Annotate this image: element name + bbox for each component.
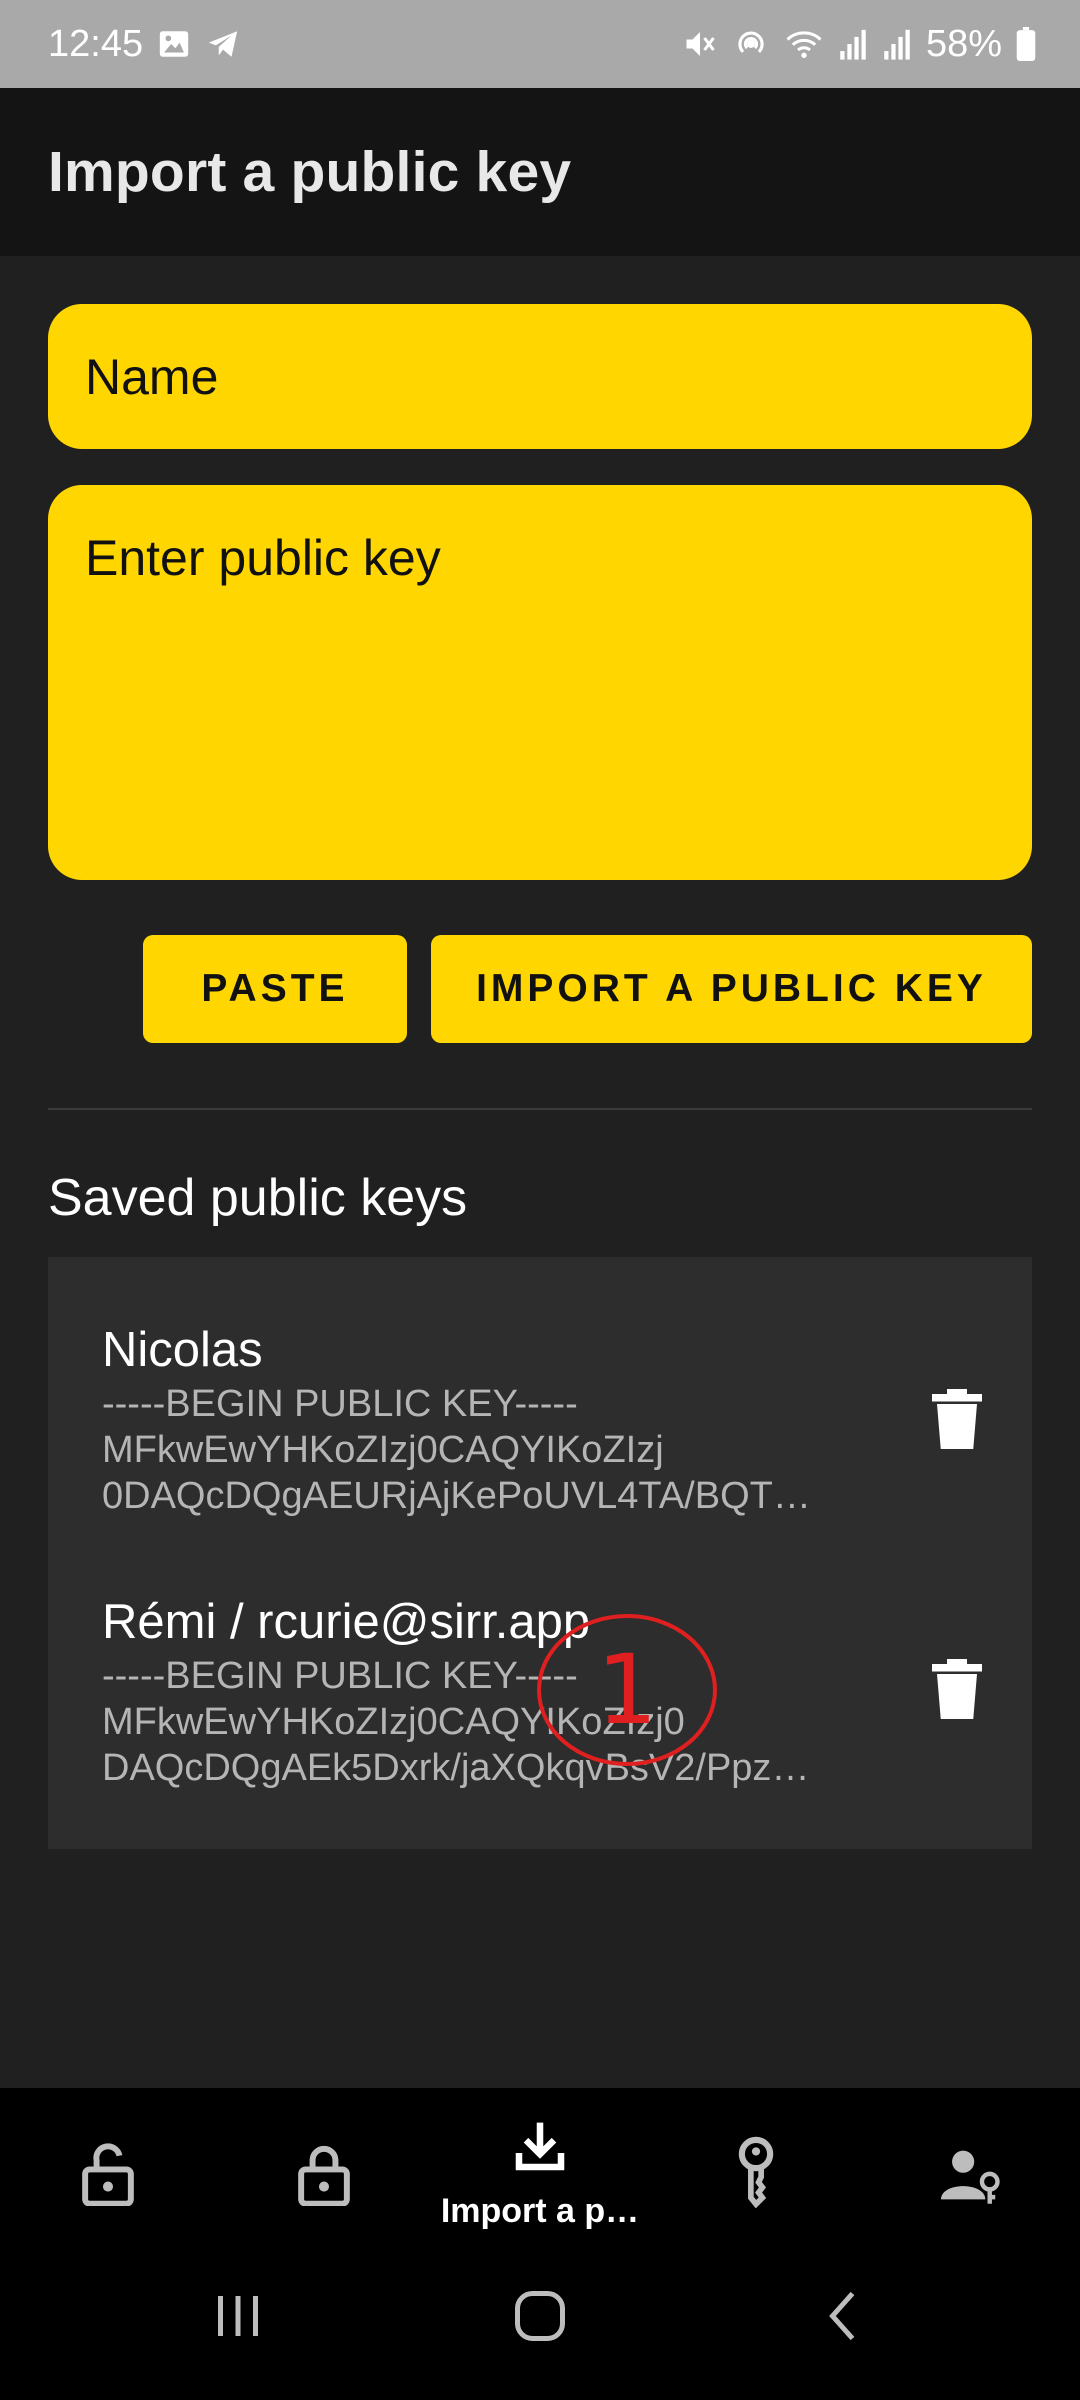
nav-item-import-public-key[interactable]: Import a p… xyxy=(432,2088,648,2258)
signal-icon xyxy=(882,27,912,61)
key-name: Nicolas xyxy=(102,1323,263,1377)
nav-item-encrypt[interactable] xyxy=(216,2088,432,2258)
status-right: 58% xyxy=(682,23,1036,66)
delete-icon[interactable] xyxy=(932,1389,982,1449)
public-key-placeholder: Enter public key xyxy=(85,530,441,586)
nav-item-keys[interactable] xyxy=(648,2088,864,2258)
status-left: 12:45 xyxy=(48,23,241,66)
key-text-line: MFkwEwYHKoZIzj0CAQYIKoZIzj xyxy=(102,1429,664,1471)
annotation-marker: 1 xyxy=(534,1610,720,1770)
home-button[interactable] xyxy=(495,2286,585,2376)
saved-keys-title: Saved public keys xyxy=(48,1169,468,1227)
image-icon xyxy=(157,27,191,61)
back-icon xyxy=(829,2291,855,2341)
status-bar: 12:45 58% xyxy=(0,0,1080,88)
system-navigation xyxy=(0,2258,1080,2400)
mute-icon xyxy=(682,26,718,62)
hotspot-icon xyxy=(732,25,770,63)
key-text-line: -----BEGIN PUBLIC KEY----- xyxy=(102,1383,578,1425)
signal-icon xyxy=(838,27,868,61)
nav-item-account[interactable] xyxy=(864,2088,1080,2258)
name-input[interactable]: Name xyxy=(48,304,1032,449)
public-key-input[interactable]: Enter public key xyxy=(48,485,1032,880)
page-title: Import a public key xyxy=(48,140,572,204)
app-bar: Import a public key xyxy=(0,88,1080,256)
key-icon xyxy=(738,2136,774,2208)
download-icon xyxy=(515,2122,565,2171)
telegram-icon xyxy=(205,27,241,61)
battery-icon xyxy=(1016,27,1036,61)
wifi-icon xyxy=(784,26,824,62)
key-text-line: 0DAQcDQgAEURjAjKePoUVL4TA/BQTFSp0DAf7… xyxy=(102,1475,822,1517)
lock-icon xyxy=(298,2145,350,2206)
user-key-icon xyxy=(941,2150,1000,2204)
list-item[interactable]: Nicolas -----BEGIN PUBLIC KEY----- MFkwE… xyxy=(102,1319,982,1519)
bottom-navigation: Import a p… xyxy=(0,2088,1080,2258)
back-button[interactable] xyxy=(800,2286,890,2376)
unlock-icon xyxy=(82,2143,134,2206)
name-placeholder: Name xyxy=(85,348,219,405)
delete-icon[interactable] xyxy=(932,1659,982,1719)
home-icon xyxy=(515,2291,565,2341)
annotation-label: 1 xyxy=(596,1634,658,1746)
recent-apps-icon xyxy=(218,2296,258,2336)
paste-button[interactable]: PASTE xyxy=(143,935,407,1043)
nav-item-label: Import a p… xyxy=(440,2192,640,2230)
status-time: 12:45 xyxy=(48,22,144,65)
battery-percent: 58% xyxy=(925,22,1002,65)
nav-item-decrypt[interactable] xyxy=(0,2088,216,2258)
recent-apps-button[interactable] xyxy=(193,2286,283,2376)
divider xyxy=(48,1108,1032,1110)
import-public-key-button[interactable]: IMPORT A PUBLIC KEY xyxy=(431,935,1032,1043)
